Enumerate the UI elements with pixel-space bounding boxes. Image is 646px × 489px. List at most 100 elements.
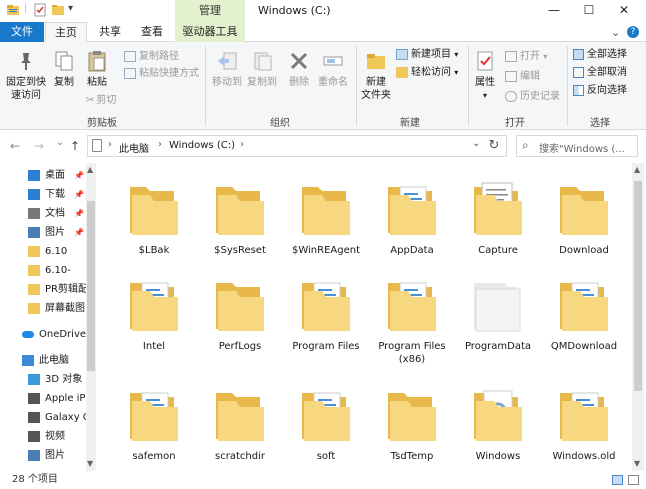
pc-icon <box>22 354 34 366</box>
folder-icon <box>198 383 282 448</box>
sidebar-item-label: Galaxy O <box>45 412 91 423</box>
nav-scrollbar[interactable]: ▲ ▼ <box>86 163 96 471</box>
back-button[interactable]: ← <box>10 139 20 153</box>
folder-item[interactable]: Program Files (x86) <box>370 273 454 366</box>
copy-to-button[interactable]: 复制到 <box>244 50 280 89</box>
folder-item[interactable]: AppData <box>370 177 454 257</box>
folder-item[interactable]: Capture <box>456 177 540 257</box>
folder-item[interactable]: Download <box>542 177 626 257</box>
select-all-button[interactable]: 全部选择 <box>573 48 627 62</box>
properties-quick-icon[interactable] <box>33 3 47 19</box>
new-folder-button[interactable]: 新建 文件夹 <box>359 50 393 102</box>
properties-button[interactable]: 属性 ▾ <box>471 50 499 102</box>
tab-home[interactable]: 主页 <box>45 22 87 43</box>
refresh-button[interactable]: ↻ <box>482 136 506 156</box>
nav-scrollbar-thumb[interactable] <box>87 201 95 371</box>
move-to-label: 移动到 <box>212 77 242 88</box>
folder-item[interactable]: Windows.old <box>542 383 626 463</box>
select-none-button[interactable]: 全部取消 <box>573 66 627 80</box>
folder-icon <box>284 383 368 448</box>
select-all-icon <box>573 48 584 60</box>
sidebar-item-label: 视频 <box>45 431 65 442</box>
window-title: Windows (C:) <box>258 4 331 17</box>
edit-button[interactable]: 编辑 <box>505 70 540 84</box>
folder-item[interactable]: $SysReset <box>198 177 282 257</box>
tab-view[interactable]: 查看 <box>132 22 172 42</box>
item-count: 28 个项目 <box>12 474 58 485</box>
content-scrollbar[interactable]: ▲ ▼ <box>632 163 644 471</box>
pin-quick-access-button[interactable]: 固定到快 速访问 <box>4 50 48 102</box>
up-button[interactable]: ↑ <box>70 139 80 153</box>
folder-name: Windows.old <box>552 451 616 462</box>
folder-name: soft <box>316 451 336 462</box>
forward-button[interactable]: → <box>34 139 44 153</box>
folder-item[interactable]: soft <box>284 383 368 463</box>
scroll-up-icon[interactable]: ▲ <box>634 165 640 174</box>
scroll-up-icon[interactable]: ▲ <box>87 165 93 174</box>
folder-item[interactable]: Program Files <box>284 273 368 353</box>
tab-file[interactable]: 文件 <box>0 22 44 42</box>
folder-item[interactable]: $WinREAgent <box>284 177 368 257</box>
folder-item[interactable]: $LBak <box>112 177 196 257</box>
breadcrumb-this-pc[interactable]: 此电脑 <box>119 140 149 155</box>
close-button[interactable]: ✕ <box>601 0 646 22</box>
easy-access-button[interactable]: 轻松访问 ▾ <box>396 66 458 80</box>
document-icon <box>28 207 40 219</box>
details-view-icon[interactable] <box>612 475 623 485</box>
search-box[interactable]: ⌕ 搜索"Windows (... <box>516 135 638 157</box>
scroll-down-icon[interactable]: ▼ <box>87 459 93 468</box>
sidebar-item-label: 图片 <box>45 227 65 238</box>
paste-icon <box>86 50 108 76</box>
cut-button[interactable]: ✂ 剪切 <box>86 94 116 108</box>
recent-locations-button[interactable]: ⌄ <box>56 137 64 148</box>
folder-icon <box>28 302 40 314</box>
paste-button[interactable]: 粘贴 <box>82 50 112 89</box>
folder-item[interactable]: QMDownload <box>542 273 626 353</box>
folder-item[interactable]: safemon <box>112 383 196 463</box>
sidebar-item-label: 3D 对象 <box>45 374 83 385</box>
new-item-button[interactable]: 新建项目 ▾ <box>396 48 458 62</box>
scroll-down-icon[interactable]: ▼ <box>634 459 640 468</box>
move-to-button[interactable]: 移动到 <box>209 50 245 89</box>
folder-item[interactable]: ProgramData <box>456 273 540 353</box>
qa-dropdown-icon[interactable]: ▾ <box>68 3 73 19</box>
large-icons-view-icon[interactable] <box>628 475 639 485</box>
pictures-icon <box>28 226 40 238</box>
new-group-label: 新建 <box>400 118 420 129</box>
new-folder-quick-icon[interactable] <box>51 3 65 19</box>
copy-button[interactable]: 复制 <box>50 50 78 89</box>
content-scrollbar-thumb[interactable] <box>634 181 642 391</box>
tab-drive-tools[interactable]: 驱动器工具 <box>175 22 245 42</box>
explorer-icon[interactable] <box>6 3 20 19</box>
manage-tab[interactable]: 管理 <box>175 0 245 22</box>
address-dropdown-icon[interactable]: ⌄ <box>472 138 480 149</box>
folder-name: safemon <box>132 451 176 462</box>
folder-item[interactable]: Intel <box>112 273 196 353</box>
select-none-label: 全部取消 <box>587 67 627 78</box>
3d-objects-icon <box>28 373 40 385</box>
collapse-ribbon-icon[interactable]: ⌄ <box>611 26 620 39</box>
copy-path-button[interactable]: 复制路径 <box>124 50 179 64</box>
history-button[interactable]: 历史记录 <box>505 90 560 104</box>
tab-share[interactable]: 共享 <box>90 22 130 42</box>
sidebar-item-label: Apple iPl <box>45 393 89 404</box>
address-bar[interactable]: › 此电脑 › Windows (C:) › ⌄ <box>87 135 507 157</box>
folder-item[interactable]: Windows <box>456 383 540 463</box>
help-icon[interactable]: ? <box>627 26 639 38</box>
invert-selection-button[interactable]: 反向选择 <box>573 84 627 98</box>
folder-item[interactable]: TsdTemp <box>370 383 454 463</box>
open-button[interactable]: 打开 ▾ <box>505 50 547 64</box>
folder-icon <box>542 383 626 448</box>
delete-button[interactable]: 删除 <box>286 50 312 89</box>
status-bar: 28 个项目 <box>0 471 646 489</box>
rename-button[interactable]: 重命名 <box>316 50 350 89</box>
select-group-label: 选择 <box>590 118 610 129</box>
sidebar-item-label: 下载 <box>45 189 65 200</box>
folder-item[interactable]: PerfLogs <box>198 273 282 353</box>
open-group-label: 打开 <box>505 118 525 129</box>
folder-item[interactable]: scratchdir <box>198 383 282 463</box>
folder-icon <box>542 273 626 338</box>
pinned-icon: 📌 <box>74 171 84 180</box>
paste-shortcut-button[interactable]: 粘贴快捷方式 <box>124 67 199 81</box>
breadcrumb-drive[interactable]: Windows (C:) <box>169 140 235 151</box>
